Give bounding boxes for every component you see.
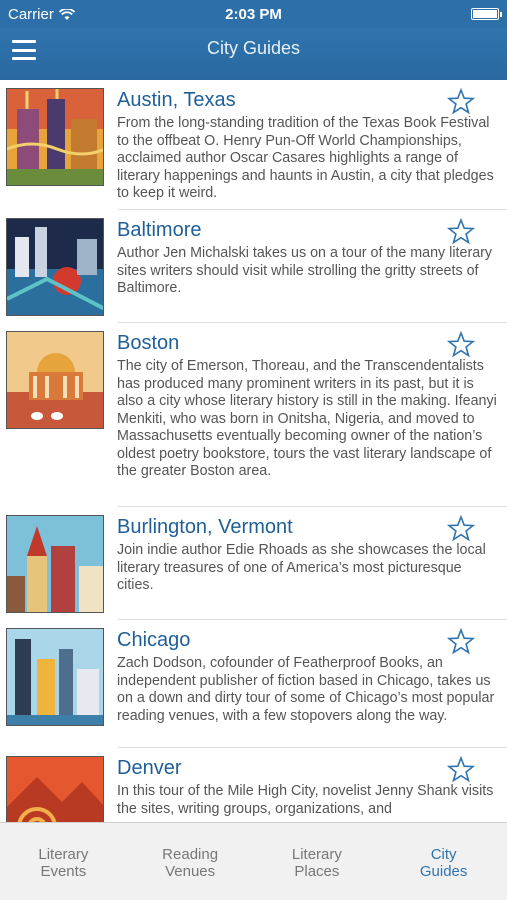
guide-title[interactable]: Boston xyxy=(117,332,501,358)
battery-icon xyxy=(471,8,502,20)
tab-city-guides[interactable]: City Guides xyxy=(380,823,507,900)
page-title: City Guides xyxy=(206,38,301,58)
list-item[interactable]: Boston The city of Emerson, Thoreau, and… xyxy=(0,323,507,507)
tab-literary-places[interactable]: Literary Places xyxy=(254,823,381,900)
navigation-bar: City Guides xyxy=(0,28,507,80)
guide-title[interactable]: Denver xyxy=(117,757,501,783)
tab-literary-events[interactable]: Literary Events xyxy=(0,823,127,900)
tab-label-line1: Reading xyxy=(162,846,219,863)
tab-label-line2: Venues xyxy=(165,863,216,880)
tab-label-line2: Events xyxy=(40,863,87,880)
favorite-star-icon[interactable] xyxy=(447,218,475,246)
boston-thumbnail xyxy=(6,331,104,429)
tab-label-line2: Places xyxy=(294,863,340,880)
tab-reading-venues[interactable]: Reading Venues xyxy=(127,823,254,900)
guide-description: Zach Dodson, cofounder of Featherproof B… xyxy=(117,655,495,724)
tab-label-line1: City xyxy=(430,846,457,863)
tab-label-line1: Literary xyxy=(291,846,342,863)
guide-title[interactable]: Burlington, Vermont xyxy=(117,516,501,542)
favorite-star-icon[interactable] xyxy=(447,88,475,116)
status-bar: Carrier 2:03 PM xyxy=(0,0,507,28)
tab-bar: Literary Events Reading Venues Literary … xyxy=(0,822,507,900)
denver-thumbnail xyxy=(6,756,104,822)
list-item[interactable]: Burlington, Vermont Join indie author Ed… xyxy=(0,507,507,620)
guide-description: In this tour of the Mile High City, nove… xyxy=(117,783,494,817)
guide-description: The city of Emerson, Thoreau, and the Tr… xyxy=(117,358,497,479)
chicago-thumbnail xyxy=(6,628,104,726)
guide-title[interactable]: Austin, Texas xyxy=(117,89,501,115)
list-item[interactable]: Chicago Zach Dodson, cofounder of Feathe… xyxy=(0,620,507,748)
guide-description: From the long-standing tradition of the … xyxy=(117,115,494,201)
baltimore-thumbnail xyxy=(6,218,104,316)
guide-title[interactable]: Chicago xyxy=(117,629,501,655)
favorite-star-icon[interactable] xyxy=(447,515,475,543)
list-item[interactable]: Baltimore Author Jen Michalski takes us … xyxy=(0,210,507,323)
favorite-star-icon[interactable] xyxy=(447,756,475,784)
city-guides-list[interactable]: Austin, Texas From the long-standing tra… xyxy=(0,80,507,822)
tab-label-line1: Literary xyxy=(38,846,89,863)
guide-title[interactable]: Baltimore xyxy=(117,219,501,245)
guide-description: Join indie author Edie Rhoads as she sho… xyxy=(117,542,486,593)
favorite-star-icon[interactable] xyxy=(447,628,475,656)
status-time: 2:03 PM xyxy=(225,6,282,23)
burlington-thumbnail xyxy=(6,515,104,613)
favorite-star-icon[interactable] xyxy=(447,331,475,359)
tab-label-line2: Guides xyxy=(419,863,468,880)
guide-description: Author Jen Michalski takes us on a tour … xyxy=(117,245,493,296)
austin-thumbnail xyxy=(6,88,104,186)
list-item[interactable]: Denver In this tour of the Mile High Cit… xyxy=(0,748,507,822)
list-item[interactable]: Austin, Texas From the long-standing tra… xyxy=(0,80,507,210)
